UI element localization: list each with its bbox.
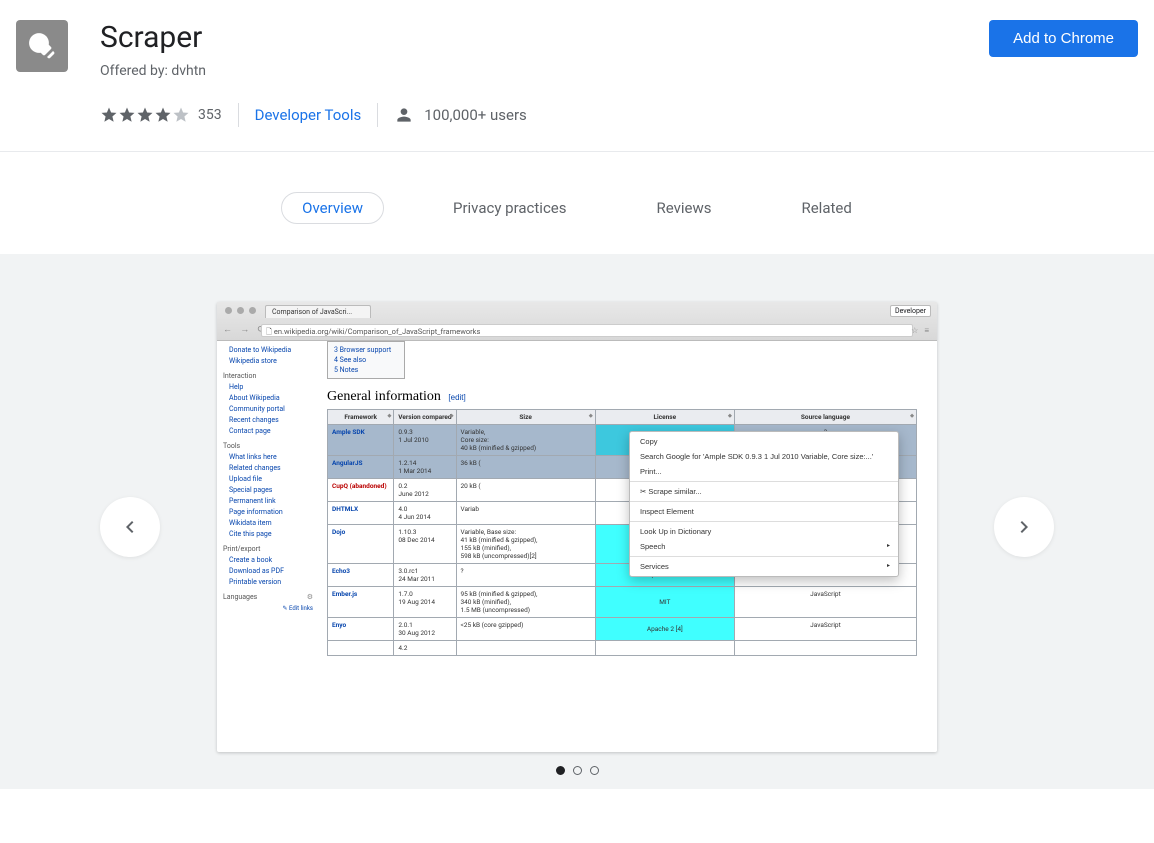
sb-link: Printable version (223, 577, 313, 588)
offered-by-name: dvhtn (171, 63, 206, 79)
toc-box: 3 Browser support 4 See also 5 Notes (327, 341, 405, 379)
tab-overview[interactable]: Overview (281, 192, 384, 224)
ctx-inspect: Inspect Element (630, 504, 898, 519)
toc-item: 4 See also (334, 355, 398, 365)
star-icon (136, 106, 154, 124)
sb-link: Wikidata item (223, 518, 313, 529)
gallery-next-button[interactable] (994, 497, 1054, 557)
toc-item: 5 Notes (334, 365, 398, 375)
sb-link: About Wikipedia (223, 393, 313, 404)
offered-by: Offered by: dvhtn (100, 63, 1138, 79)
table-row: Ember.js1.7.0 19 Aug 201495 kB (minified… (328, 587, 917, 618)
url-right-icons: ☆ ≡ (911, 326, 931, 335)
sb-head: Languages⚙ (223, 592, 313, 603)
offered-by-prefix: Offered by: (100, 63, 171, 79)
category-link[interactable]: Developer Tools (255, 106, 362, 124)
gallery-prev-button[interactable] (100, 497, 160, 557)
sb-link: Donate to Wikipedia (223, 345, 313, 356)
chevron-right-icon (1012, 515, 1036, 539)
rating-count[interactable]: 353 (198, 107, 222, 123)
sb-head: Interaction (223, 371, 313, 382)
sb-link: Community portal (223, 404, 313, 415)
star-icon (100, 106, 118, 124)
sb-link: Download as PDF (223, 566, 313, 577)
sb-link: Upload file (223, 474, 313, 485)
tab-related[interactable]: Related (780, 192, 872, 224)
wiki-body: Donate to Wikipedia Wikipedia store Inte… (217, 341, 937, 752)
sb-link: What links here (223, 452, 313, 463)
ctx-speech: Speech (630, 539, 898, 554)
users-count: 100,000+ users (424, 106, 527, 124)
gallery-dot[interactable] (573, 766, 582, 775)
star-rating[interactable] (100, 106, 190, 124)
sb-edit-links: ✎ Edit links (223, 603, 313, 614)
ctx-print: Print... (630, 464, 898, 479)
gallery-dots (0, 766, 1154, 775)
section-title: General information [edit] (327, 389, 929, 405)
ctx-copy: Copy (630, 434, 898, 449)
tabs-row: Overview Privacy practices Reviews Relat… (0, 152, 1154, 254)
sb-link: Create a book (223, 555, 313, 566)
sb-link: Related changes (223, 463, 313, 474)
sb-link: Page information (223, 507, 313, 518)
meta-row: 353 Developer Tools 100,000+ users (100, 103, 1138, 127)
table-header: Size◆ (456, 410, 595, 425)
star-icon (172, 106, 190, 124)
extension-header: Scraper Offered by: dvhtn 353 Developer … (0, 0, 1154, 152)
ctx-search: Search Google for 'Ample SDK 0.9.3 1 Jul… (630, 449, 898, 464)
sb-link: Permanent link (223, 496, 313, 507)
toc-item: 3 Browser support (334, 345, 398, 355)
divider (377, 103, 378, 127)
users-block: 100,000+ users (394, 105, 527, 125)
wiki-sidebar: Donate to Wikipedia Wikipedia store Inte… (217, 341, 319, 752)
sb-link: Help (223, 382, 313, 393)
browser-tab: Comparison of JavaScri... (265, 305, 371, 318)
ctx-scrape: ✂ Scrape similar... (630, 484, 898, 499)
star-icon (118, 106, 136, 124)
tab-reviews[interactable]: Reviews (636, 192, 733, 224)
browser-chrome: Comparison of JavaScri... Developer ← → … (217, 302, 937, 341)
extension-icon (16, 20, 68, 72)
sb-head: Tools (223, 441, 313, 452)
wiki-main: 3 Browser support 4 See also 5 Notes Gen… (319, 341, 937, 752)
url-text: en.wikipedia.org/wiki/Comparison_of_Java… (274, 327, 480, 336)
header-info: Scraper Offered by: dvhtn 353 Developer … (100, 20, 1138, 127)
extension-title: Scraper (100, 20, 1138, 55)
ctx-lookup: Look Up in Dictionary (630, 524, 898, 539)
star-icon (154, 106, 172, 124)
table-header: Framework◆ (328, 410, 394, 425)
table-header: License◆ (595, 410, 734, 425)
url-bar: 🗋 en.wikipedia.org/wiki/Comparison_of_Ja… (261, 324, 913, 337)
gallery-dot[interactable] (556, 766, 565, 775)
add-to-chrome-button[interactable]: Add to Chrome (989, 20, 1138, 57)
table-row: 4.2 (328, 641, 917, 656)
ctx-services: Services (630, 559, 898, 574)
sb-head: Print/export (223, 544, 313, 555)
sb-link: Wikipedia store (223, 356, 313, 367)
sb-link: Contact page (223, 426, 313, 437)
table-header: Source language◆ (734, 410, 916, 425)
sb-link: Special pages (223, 485, 313, 496)
sb-link: Cite this page (223, 529, 313, 540)
screenshot-image[interactable]: Comparison of JavaScri... Developer ← → … (217, 302, 937, 752)
chevron-left-icon (118, 515, 142, 539)
table-row: Enyo2.0.1 30 Aug 2012<25 kB (core gzippe… (328, 618, 917, 641)
traffic-lights-icon (225, 307, 256, 314)
context-menu: Copy Search Google for 'Ample SDK 0.9.3 … (629, 431, 899, 577)
edit-link: [edit] (448, 393, 465, 402)
divider (238, 103, 239, 127)
screenshot-gallery: Comparison of JavaScri... Developer ← → … (0, 254, 1154, 789)
user-icon (394, 105, 414, 125)
developer-tag: Developer (890, 305, 931, 317)
gallery-dot[interactable] (590, 766, 599, 775)
table-header: Version compared◆ (394, 410, 456, 425)
sb-link: Recent changes (223, 415, 313, 426)
tab-privacy[interactable]: Privacy practices (432, 192, 588, 224)
